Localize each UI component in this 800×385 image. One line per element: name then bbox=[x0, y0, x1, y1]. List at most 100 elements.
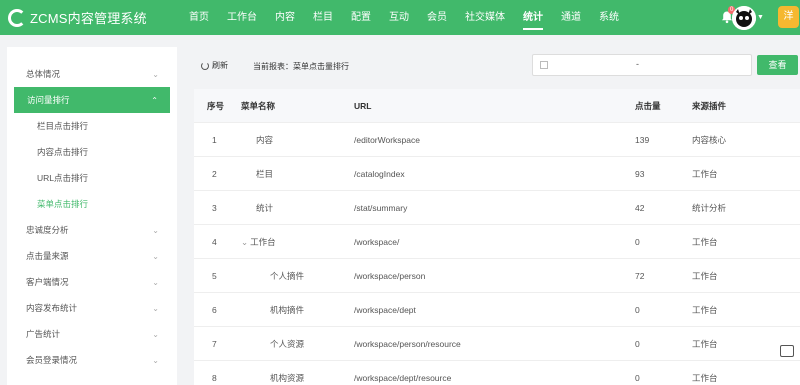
cell-clicks: 0 bbox=[635, 304, 640, 315]
nav-item-catalog[interactable]: 栏目 bbox=[304, 0, 342, 35]
sidebar-item-catalog-ranking[interactable]: 栏目点击排行 bbox=[7, 113, 177, 139]
column-header-clicks: 点击量 bbox=[635, 100, 661, 111]
logo-icon bbox=[8, 8, 26, 27]
cell-name: 机构摘件 bbox=[270, 304, 305, 315]
sidebar-group-overview[interactable]: 总体情况 ⌄ bbox=[7, 61, 177, 87]
app-logo[interactable]: ZCMS内容管理系统 bbox=[0, 8, 180, 27]
date-range-separator: - bbox=[636, 59, 639, 69]
sidebar-group-label: 客户端情况 bbox=[26, 277, 69, 287]
cell-clicks: 0 bbox=[635, 372, 640, 383]
cell-clicks: 72 bbox=[635, 270, 645, 281]
nav-item-home[interactable]: 首页 bbox=[180, 0, 218, 35]
chevron-down-icon: ⌄ bbox=[152, 303, 159, 313]
cell-url: /editorWorkspace bbox=[354, 134, 420, 145]
cell-source: 统计分析 bbox=[692, 202, 727, 213]
sidebar-group-member-login[interactable]: 会员登录情况 ⌄ bbox=[7, 347, 177, 373]
sidebar-group-label: 内容发布统计 bbox=[26, 303, 78, 313]
sidebar-group-loyalty[interactable]: 忠诚度分析 ⌄ bbox=[7, 217, 177, 243]
cell-source: 工作台 bbox=[692, 304, 718, 315]
date-range-input[interactable]: - bbox=[532, 54, 752, 76]
nav-item-system[interactable]: 系统 bbox=[590, 0, 628, 35]
cell-index: 3 bbox=[212, 202, 217, 213]
cell-clicks: 0 bbox=[635, 236, 640, 247]
cell-url: /workspace/person bbox=[354, 270, 426, 281]
view-button[interactable]: 查看 bbox=[757, 55, 798, 75]
sidebar: 总体情况 ⌄ 访问量排行 ⌃ 栏目点击排行 内容点击排行 URL点击排行 菜单点… bbox=[7, 47, 177, 385]
column-header-source: 来源插件 bbox=[692, 100, 727, 111]
nav-item-interaction[interactable]: 互动 bbox=[380, 0, 418, 35]
nav-item-content[interactable]: 内容 bbox=[266, 0, 304, 35]
cell-url: /workspace/dept bbox=[354, 304, 416, 315]
refresh-button[interactable]: 刷新 bbox=[201, 60, 228, 71]
sidebar-item-menu-ranking[interactable]: 菜单点击排行 bbox=[7, 191, 177, 217]
main-nav: 首页 工作台 内容 栏目 配置 互动 会员 社交媒体 统计 通道 系统 bbox=[180, 0, 628, 35]
sidebar-group-ad-stats[interactable]: 广告统计 ⌄ bbox=[7, 321, 177, 347]
caret-down-icon[interactable]: ⌄ bbox=[241, 237, 248, 247]
sidebar-group-client[interactable]: 客户端情况 ⌄ bbox=[7, 269, 177, 295]
cell-clicks: 0 bbox=[635, 338, 640, 349]
nav-item-workbench[interactable]: 工作台 bbox=[218, 0, 266, 35]
table-row[interactable]: 5 个人摘件 /workspace/person 72 工作台 bbox=[194, 258, 800, 292]
nav-item-channel[interactable]: 通道 bbox=[552, 0, 590, 35]
cell-url: /stat/summary bbox=[354, 202, 408, 213]
table-row[interactable]: 1 内容 /editorWorkspace 139 内容核心 bbox=[194, 122, 800, 156]
sidebar-group-publish-stats[interactable]: 内容发布统计 ⌄ bbox=[7, 295, 177, 321]
cell-name: 机构资源 bbox=[270, 372, 305, 383]
cell-index: 7 bbox=[212, 338, 217, 349]
sidebar-group-label: 总体情况 bbox=[26, 69, 61, 79]
table-row[interactable]: 3 统计 /stat/summary 42 统计分析 bbox=[194, 190, 800, 224]
table-row[interactable]: 6 机构摘件 /workspace/dept 0 工作台 bbox=[194, 292, 800, 326]
nav-item-social[interactable]: 社交媒体 bbox=[456, 0, 514, 35]
cell-name: 统计 bbox=[256, 202, 274, 213]
nav-item-config[interactable]: 配置 bbox=[342, 0, 380, 35]
cell-url: /workspace/ bbox=[354, 236, 400, 247]
user-initial-badge[interactable]: 洋 bbox=[778, 6, 799, 28]
avatar[interactable] bbox=[732, 6, 756, 30]
cell-name: 个人摘件 bbox=[270, 270, 305, 281]
inbox-icon[interactable] bbox=[780, 345, 794, 357]
cell-source: 工作台 bbox=[692, 372, 718, 383]
table-row[interactable]: 7 个人资源 /workspace/person/resource 0 工作台 bbox=[194, 326, 800, 360]
chevron-down-icon: ⌄ bbox=[152, 225, 159, 235]
chevron-down-icon: ⌄ bbox=[152, 329, 159, 339]
cell-name: 个人资源 bbox=[270, 338, 305, 349]
table-row[interactable]: 8 机构资源 /workspace/dept/resource 0 工作台 bbox=[194, 360, 800, 385]
cell-index: 2 bbox=[212, 168, 217, 179]
cell-url: /workspace/dept/resource bbox=[354, 372, 452, 383]
avatar-image bbox=[732, 6, 756, 30]
cell-name-text: 工作台 bbox=[250, 236, 276, 247]
app-title: ZCMS内容管理系统 bbox=[30, 11, 147, 26]
sidebar-group-label: 会员登录情况 bbox=[26, 355, 78, 365]
cell-url: /catalogIndex bbox=[354, 168, 405, 179]
cell-source: 内容核心 bbox=[692, 134, 727, 145]
column-header-index: 序号 bbox=[207, 100, 225, 111]
nav-item-stats[interactable]: 统计 bbox=[514, 0, 552, 35]
sidebar-item-url-ranking[interactable]: URL点击排行 bbox=[7, 165, 177, 191]
cell-index: 8 bbox=[212, 372, 217, 383]
cell-index: 4 bbox=[212, 236, 217, 247]
column-header-name: 菜单名称 bbox=[241, 100, 276, 111]
sidebar-group-label: 访问量排行 bbox=[27, 95, 70, 105]
sidebar-group-visit-ranking[interactable]: 访问量排行 ⌃ bbox=[14, 87, 170, 113]
chevron-down-icon[interactable]: ▼ bbox=[757, 14, 764, 21]
sidebar-group-label: 忠诚度分析 bbox=[26, 225, 69, 235]
refresh-icon bbox=[201, 61, 209, 70]
sidebar-group-click-source[interactable]: 点击量来源 ⌄ bbox=[7, 243, 177, 269]
cell-index: 1 bbox=[212, 134, 217, 145]
cell-clicks: 42 bbox=[635, 202, 645, 213]
current-report: 当前报表：菜单点击量排行 bbox=[253, 62, 349, 71]
table-row[interactable]: 4 ⌄ 工作台 /workspace/ 0 工作台 bbox=[194, 224, 800, 258]
checkbox[interactable] bbox=[540, 61, 548, 69]
chevron-down-icon: ⌄ bbox=[152, 251, 159, 261]
sidebar-group-label: 广告统计 bbox=[26, 329, 61, 339]
column-header-url: URL bbox=[354, 100, 372, 111]
nav-item-member[interactable]: 会员 bbox=[418, 0, 456, 35]
table-row[interactable]: 2 栏目 /catalogIndex 93 工作台 bbox=[194, 156, 800, 190]
cell-name: 内容 bbox=[256, 134, 274, 145]
cell-index: 6 bbox=[212, 304, 217, 315]
chevron-down-icon: ⌄ bbox=[152, 69, 159, 79]
table-header: 序号 菜单名称 URL 点击量 来源插件 bbox=[194, 89, 800, 122]
sidebar-item-content-ranking[interactable]: 内容点击排行 bbox=[7, 139, 177, 165]
cell-clicks: 93 bbox=[635, 168, 645, 179]
toolbar: 刷新 当前报表：菜单点击量排行 - 查看 bbox=[194, 47, 800, 87]
